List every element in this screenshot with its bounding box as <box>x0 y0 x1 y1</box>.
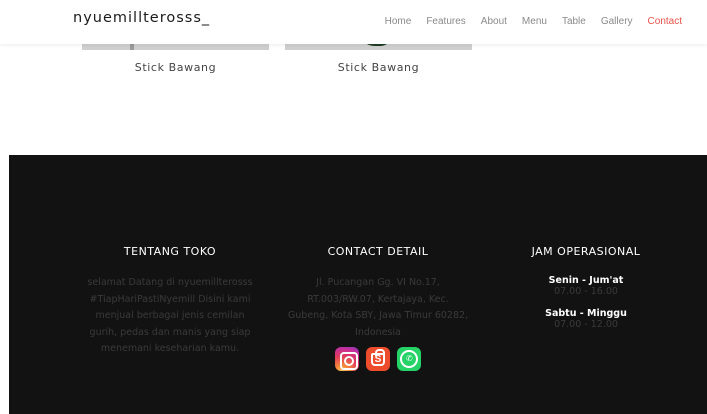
shopee-icon[interactable]: S <box>366 347 390 371</box>
hours-time: 07.00 - 12.00 <box>554 319 618 330</box>
footer-hours-title: JAM OPERASIONAL <box>531 245 641 258</box>
footer-hours: JAM OPERASIONAL Senin - Jum'at 07.00 - 1… <box>486 245 686 341</box>
footer-address: Jl. Pucangan Gg. VI No.17, RT.003/RW.07,… <box>287 277 469 338</box>
nav-features[interactable]: Features <box>426 16 465 27</box>
product-label: Stick Bawang <box>337 61 420 74</box>
social-links: S ✆ <box>278 347 478 371</box>
nav-home[interactable]: Home <box>385 16 412 27</box>
nav-gallery[interactable]: Gallery <box>601 16 633 27</box>
nav-about[interactable]: About <box>481 16 507 27</box>
hours-time: 07.00 - 16.00 <box>554 286 618 297</box>
nav-links: Home Features About Menu Table Gallery C… <box>370 16 682 27</box>
nav-menu[interactable]: Menu <box>522 16 547 27</box>
footer-about: TENTANG TOKO selamat Datang di nyuemillt… <box>70 245 270 358</box>
footer-about-title: TENTANG TOKO <box>123 245 217 258</box>
footer: TENTANG TOKO selamat Datang di nyuemillt… <box>9 155 707 414</box>
nav-table[interactable]: Table <box>562 16 586 27</box>
nav-contact[interactable]: Contact <box>648 16 682 27</box>
footer-contact: CONTACT DETAIL Jl. Pucangan Gg. VI No.17… <box>278 245 478 371</box>
footer-about-text: selamat Datang di nyuemillterosss #TiapH… <box>87 277 253 354</box>
hours-day: Sabtu - Minggu <box>545 308 627 319</box>
hours-day: Senin - Jum'at <box>548 275 624 286</box>
navbar: nyuemillterosss_ Home Features About Men… <box>0 0 707 44</box>
whatsapp-icon[interactable]: ✆ <box>397 347 421 371</box>
brand-logo[interactable]: nyuemillterosss_ <box>73 10 210 26</box>
footer-contact-title: CONTACT DETAIL <box>327 245 429 258</box>
product-label: Stick Bawang <box>134 61 217 74</box>
instagram-icon[interactable] <box>335 347 359 371</box>
